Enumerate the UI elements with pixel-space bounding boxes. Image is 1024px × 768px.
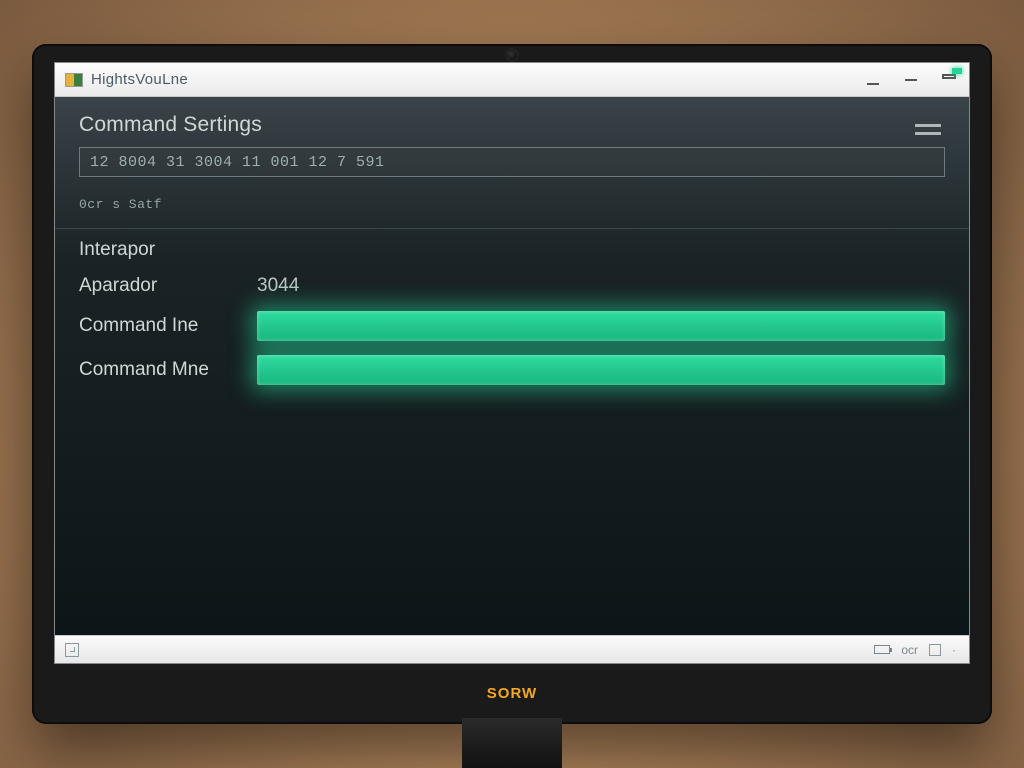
aparador-value: 3044 xyxy=(257,275,299,297)
bar-fill xyxy=(257,355,945,385)
status-left-icon[interactable] xyxy=(65,643,79,657)
row-command-mine: Command Mne xyxy=(55,345,969,389)
minimize2-button[interactable] xyxy=(901,72,921,88)
maximize-icon xyxy=(942,74,956,86)
bar-fill xyxy=(257,311,945,341)
window-controls xyxy=(863,72,959,88)
monitor-stand xyxy=(462,718,562,768)
aparador-label: Aparador xyxy=(79,275,239,297)
row-interapor: Interapor xyxy=(55,229,969,265)
app-icon xyxy=(65,73,83,87)
status-right: ocr · xyxy=(874,643,959,657)
interapor-label: Interapor xyxy=(79,239,239,261)
monitor-brand: SORW xyxy=(487,685,537,702)
menu-button[interactable] xyxy=(915,119,941,139)
content-area: Command Sertings 12 8004 31 3004 11 001 … xyxy=(55,97,969,635)
status-text-1: ocr xyxy=(898,643,921,657)
battery-icon xyxy=(874,645,890,654)
monitor-frame: SORW HightsVouLne Comm xyxy=(32,44,992,724)
title-bar[interactable]: HightsVouLne xyxy=(55,63,969,97)
status-square-icon xyxy=(929,644,941,656)
command-string-input[interactable]: 12 8004 31 3004 11 001 12 7 591 xyxy=(79,147,945,177)
row-command-ine: Command Ine xyxy=(55,301,969,345)
dash-icon xyxy=(904,74,918,86)
window-title: HightsVouLne xyxy=(91,71,188,88)
minimize-button[interactable] xyxy=(863,72,883,88)
status-text-2: · xyxy=(949,643,959,657)
command-ine-bar[interactable] xyxy=(257,311,945,341)
hamburger-icon xyxy=(915,124,941,127)
power-led xyxy=(952,68,962,74)
sub-label: 0cr s Satf xyxy=(55,191,969,220)
command-mine-label: Command Mne xyxy=(79,359,239,381)
application-window: HightsVouLne Command Sertings 12 xyxy=(54,62,970,664)
command-string-value: 12 8004 31 3004 11 001 12 7 591 xyxy=(90,154,385,171)
command-mine-bar[interactable] xyxy=(257,355,945,385)
status-bar: ocr · xyxy=(55,635,969,663)
row-aparador: Aparador 3044 xyxy=(55,265,969,301)
webcam-dot xyxy=(507,50,517,60)
section-heading: Command Sertings xyxy=(55,97,969,147)
command-ine-label: Command Ine xyxy=(79,315,239,337)
minimize-icon xyxy=(866,74,880,86)
